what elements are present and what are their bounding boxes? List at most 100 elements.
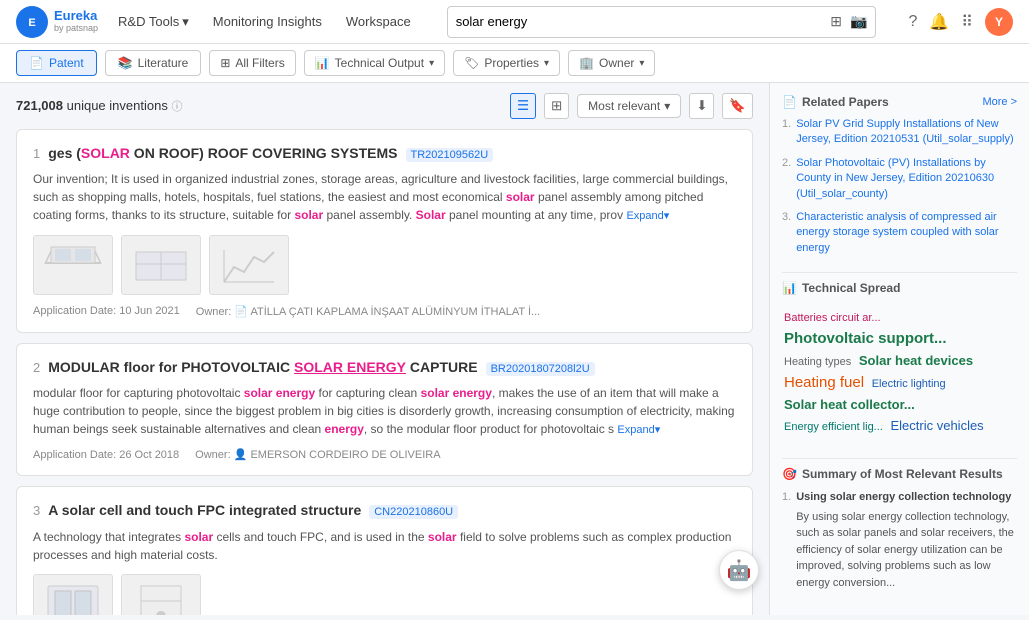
bell-icon[interactable]: 🔔 [929,12,949,32]
literature-icon: 📚 [118,56,133,70]
logo-sub: by patsnap [54,24,98,34]
more-papers-link[interactable]: More > [982,96,1017,108]
card-1-image-3[interactable] [209,235,289,295]
related-papers-header: 📄 Related Papers More > [782,95,1017,109]
nav-monitoring[interactable]: Monitoring Insights [209,14,326,29]
results-header: 721,008 unique inventions ⓘ ☰ ⊞ Most rel… [16,93,753,119]
tag-energy-efficient[interactable]: Energy efficient lig... [784,421,883,433]
card-2-patent-id[interactable]: BR20201807208l2U [486,362,595,376]
apps-icon[interactable]: ⠿ [961,12,973,32]
card-1-images [33,235,736,295]
card-3-image-1[interactable] [33,574,113,615]
related-papers-section: 📄 Related Papers More > 1. Solar PV Grid… [782,95,1017,256]
list-view-button[interactable]: ☰ [510,93,536,119]
logo[interactable]: E Eureka by patsnap [16,6,98,38]
user-avatar[interactable]: Y [985,8,1013,36]
card-3-images [33,574,736,615]
tab-patent[interactable]: 📄 Patent [16,50,97,76]
divider-2 [782,458,1017,459]
card-1-num: 1 [33,146,40,161]
ai-chat-button[interactable]: 🤖 [719,550,759,590]
sort-button[interactable]: Most relevant ▾ [577,94,681,118]
tag-photovoltaic[interactable]: Photovoltaic support... [784,330,947,347]
result-card-2: 2 MODULAR floor for PHOTOVOLTAIC SOLAR E… [16,343,753,477]
card-1-expand[interactable]: Expand▾ [626,210,669,222]
card-1-image-1[interactable] [33,235,113,295]
card-1-meta: Application Date: 10 Jun 2021 Owner: 📄 A… [33,305,736,318]
tag-solar-heat-collector[interactable]: Solar heat collector... [784,397,915,412]
card-1-image-2[interactable] [121,235,201,295]
filter-icon: ⊞ [220,56,230,70]
search-icons: ⊞ 📷 [830,13,867,30]
summary-item-1: 1. Using solar energy collection technol… [782,489,1017,591]
tag-icon: 🏷 [464,56,479,70]
header-actions: ? 🔔 ⠿ Y [908,8,1013,36]
building-icon: 🏢 [579,56,594,70]
info-icon[interactable]: ⓘ [171,101,182,113]
card-2-abstract: modular floor for capturing photovoltaic… [33,384,736,439]
tag-batteries[interactable]: Batteries circuit ar... [784,312,881,324]
bookmark-button[interactable]: 🔖 [722,93,753,119]
summary-list: 1. Using solar energy collection technol… [782,489,1017,591]
main-content: 721,008 unique inventions ⓘ ☰ ⊞ Most rel… [0,83,1029,615]
related-papers-title: 📄 Related Papers [782,95,889,109]
tab-literature[interactable]: 📚 Literature [105,50,202,76]
toolbar: 📄 Patent 📚 Literature ⊞ All Filters 📊 Te… [0,44,1029,83]
ai-icon: 🤖 [727,558,752,583]
right-panel: 📄 Related Papers More > 1. Solar PV Grid… [769,83,1029,615]
nav-rd-tools[interactable]: R&D Tools ▾ [114,14,193,30]
card-2-title: MODULAR floor for PHOTOVOLTAIC SOLAR ENE… [48,358,477,376]
divider-1 [782,272,1017,273]
properties-filter[interactable]: 🏷 Properties ▾ [453,50,560,76]
related-paper-3: 3. Characteristic analysis of compressed… [782,210,1017,256]
help-icon[interactable]: ? [908,13,917,31]
card-2-expand[interactable]: Expand▾ [617,424,660,436]
card-2-title-row: 2 MODULAR floor for PHOTOVOLTAIC SOLAR E… [33,358,736,376]
summary-section: 🎯 Summary of Most Relevant Results 1. Us… [782,467,1017,591]
card-2-num: 2 [33,360,40,375]
view-controls: ☰ ⊞ Most relevant ▾ ⬇ 🔖 [510,93,753,119]
results-count: 721,008 [16,98,63,113]
patent-icon: 📄 [29,56,44,70]
tag-electric-vehicles[interactable]: Electric vehicles [890,418,983,433]
sort-caret-icon: ▾ [664,99,670,113]
nav-workspace[interactable]: Workspace [342,14,415,29]
results-panel: 721,008 unique inventions ⓘ ☰ ⊞ Most rel… [0,83,769,615]
card-1-title-row: 1 ges (SOLAR ON ROOF) ROOF COVERING SYST… [33,144,736,162]
card-3-title-row: 3 A solar cell and touch FPC integrated … [33,501,736,519]
summary-icon: 🎯 [782,467,797,481]
search-input[interactable] [456,14,831,29]
caret-down-icon3: ▾ [639,58,644,69]
caret-down-icon2: ▾ [544,58,549,69]
tag-electric-lighting[interactable]: Electric lighting [872,378,946,390]
tag-solar-heat-devices[interactable]: Solar heat devices [859,353,973,368]
papers-icon: 📄 [782,95,797,109]
card-3-title: A solar cell and touch FPC integrated st… [48,501,361,519]
technical-spread-section: 📊 Technical Spread Batteries circuit ar.… [782,281,1017,442]
card-3-image-2[interactable] [121,574,201,615]
summary-item-1-text: By using solar energy collection technol… [796,509,1017,592]
all-filters-button[interactable]: ⊞ All Filters [209,50,295,76]
grid-view-button[interactable]: ⊞ [544,93,569,119]
tag-heating-types[interactable]: Heating types [784,356,851,368]
card-1-patent-id[interactable]: TR202109562U [406,148,494,162]
camera-icon[interactable]: 📷 [850,13,867,30]
owner-filter[interactable]: 🏢 Owner ▾ [568,50,655,76]
card-3-patent-id[interactable]: CN220210860U [369,505,458,519]
technical-spread-title: 📊 Technical Spread [782,281,900,295]
tag-heating-fuel[interactable]: Heating fuel [784,374,864,391]
logo-icon: E [16,6,48,38]
related-paper-1: 1. Solar PV Grid Supply Installations of… [782,117,1017,148]
chart-bar-icon: 📊 [782,281,797,295]
technical-spread-header: 📊 Technical Spread [782,281,1017,295]
search-bar: ⊞ 📷 [447,6,877,38]
results-summary: 721,008 unique inventions ⓘ [16,98,182,114]
summary-item-1-label: Using solar energy collection technology [796,489,1017,506]
logo-text: Eureka by patsnap [54,9,98,33]
logo-name: Eureka [54,9,98,23]
technical-output-filter[interactable]: 📊 Technical Output ▾ [304,50,445,76]
grid-icon[interactable]: ⊞ [830,13,842,30]
svg-text:E: E [28,17,35,29]
card-1-abstract: Our invention; It is used in organized i… [33,170,736,225]
download-button[interactable]: ⬇ [689,93,714,119]
